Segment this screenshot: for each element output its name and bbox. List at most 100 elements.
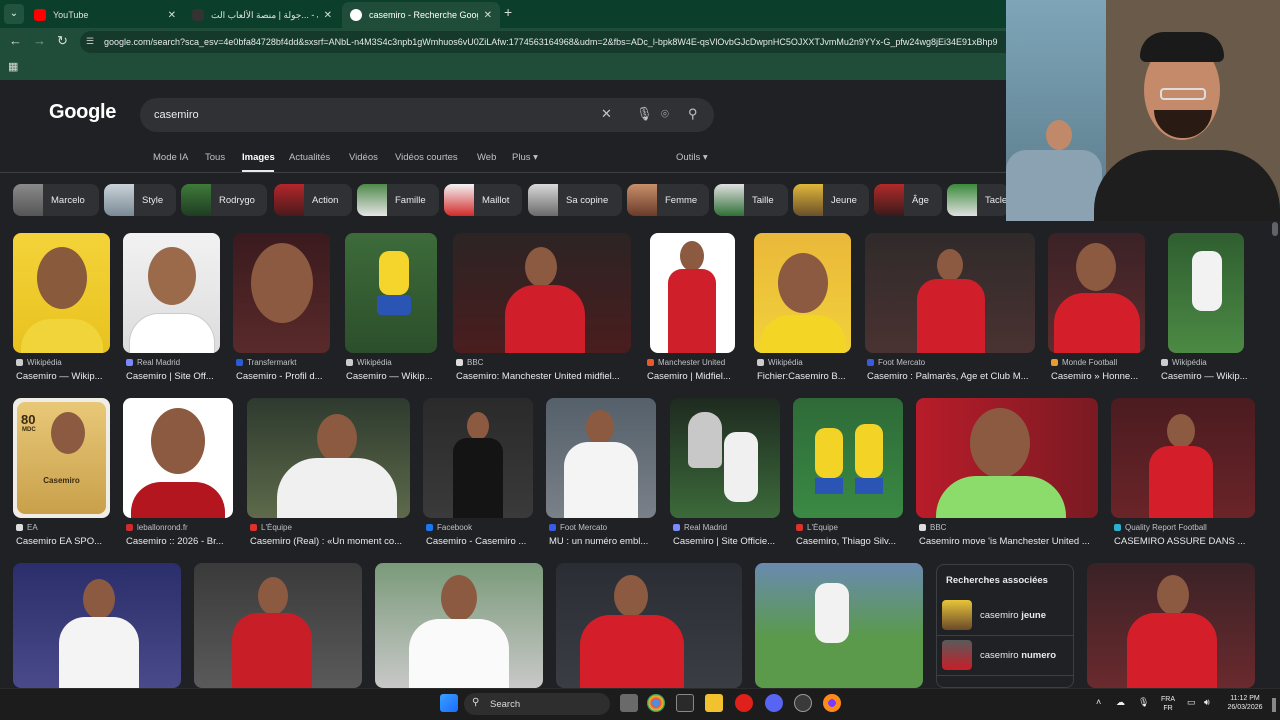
address-bar[interactable]: google.com/search?sca_esv=4e0bfa84728bf4… — [80, 31, 1020, 53]
clock[interactable]: 11:12 PM 26/03/2026 — [1222, 694, 1268, 712]
tab-jawlah[interactable]: جولة | منصة الألعاب الت... - Jawlah ✕ — [184, 2, 340, 28]
image-result[interactable] — [1168, 233, 1244, 353]
image-result[interactable] — [1048, 233, 1145, 353]
image-caption[interactable]: Casemiro EA SPO... — [16, 536, 110, 547]
microphone-icon[interactable]: 🎙︎ — [636, 106, 653, 122]
start-icon[interactable] — [440, 694, 458, 712]
chrome-icon[interactable] — [647, 694, 665, 712]
image-caption[interactable]: Casemiro move 'is Manchester United ... — [919, 536, 1099, 547]
image-result[interactable] — [754, 233, 851, 353]
chevron-up-icon[interactable]: ˄ — [1096, 698, 1101, 707]
image-caption[interactable]: Casemiro | Site Off... — [126, 371, 220, 382]
taskbar-search[interactable]: Search — [464, 693, 610, 715]
nav-actualites[interactable]: Actualités — [289, 152, 330, 163]
back-button[interactable]: ← — [9, 33, 22, 48]
apps-icon[interactable]: ▦ — [8, 60, 18, 73]
chip-marcelo[interactable]: Marcelo — [13, 184, 99, 216]
network-icon[interactable]: ☁ — [1116, 698, 1125, 707]
steam-icon[interactable] — [794, 694, 812, 712]
image-result[interactable] — [194, 563, 362, 688]
display-icon[interactable]: ▭ — [1187, 698, 1196, 707]
google-logo[interactable]: Google — [49, 101, 116, 124]
nav-videos[interactable]: Vidéos — [349, 152, 378, 163]
reload-button[interactable]: ↻ — [57, 33, 68, 49]
camera-search-icon[interactable]: ⌾ — [661, 106, 669, 122]
image-result[interactable] — [345, 233, 437, 353]
image-result[interactable] — [375, 563, 543, 688]
image-caption[interactable]: Casemiro - Casemiro ... — [426, 536, 532, 547]
image-result[interactable] — [123, 233, 220, 353]
chip-tacle[interactable]: Tacle — [947, 184, 1009, 216]
image-caption[interactable]: Casemiro :: 2026 - Br... — [126, 536, 234, 547]
tab-search-button[interactable]: ⌄ — [4, 4, 24, 24]
image-caption[interactable]: Casemiro » Honne... — [1051, 371, 1145, 382]
image-caption[interactable]: Casemiro | Site Officie... — [673, 536, 779, 547]
chip-rodrygo[interactable]: Rodrygo — [181, 184, 267, 216]
image-result[interactable] — [865, 233, 1035, 353]
image-result[interactable] — [13, 233, 110, 353]
image-caption[interactable]: Casemiro — Wikip... — [346, 371, 438, 382]
nav-web[interactable]: Web — [477, 152, 496, 163]
close-tab-icon[interactable]: ✕ — [168, 10, 176, 21]
image-result[interactable] — [247, 398, 410, 518]
image-result[interactable] — [423, 398, 533, 518]
image-result[interactable] — [546, 398, 656, 518]
nav-plus[interactable]: Plus ▾ — [512, 152, 538, 163]
tab-google-search[interactable]: casemiro - Recherche Google ✕ — [342, 2, 500, 28]
opera-icon[interactable] — [735, 694, 753, 712]
related-item-numero[interactable]: casemiro numero — [980, 650, 1056, 661]
volume-icon[interactable]: 🔊︎ — [1204, 698, 1210, 707]
app-icon[interactable] — [676, 694, 694, 712]
chip-jeune[interactable]: Jeune — [793, 184, 869, 216]
chip-age[interactable]: Âge — [874, 184, 942, 216]
search-icon[interactable]: ⚲ — [688, 106, 698, 122]
image-caption[interactable]: CASEMIRO ASSURE DANS ... — [1114, 536, 1254, 547]
chip-action[interactable]: Action — [274, 184, 352, 216]
image-caption[interactable]: MU : un numéro embl... — [549, 536, 655, 547]
search-input[interactable]: casemiro — [140, 98, 714, 132]
new-tab-button[interactable]: + — [504, 4, 512, 20]
page-scrollbar[interactable] — [1272, 222, 1278, 236]
image-result[interactable] — [233, 233, 330, 353]
image-result[interactable] — [453, 233, 631, 353]
tab-youtube[interactable]: YouTube ✕ — [26, 2, 184, 28]
image-result[interactable]: 80 MDC Casemiro — [13, 398, 110, 518]
image-caption[interactable]: Casemiro — Wikip... — [16, 371, 110, 382]
image-result[interactable] — [755, 563, 923, 688]
chip-sa-copine[interactable]: Sa copine — [528, 184, 622, 216]
discord-icon[interactable] — [765, 694, 783, 712]
image-result[interactable] — [13, 563, 181, 688]
image-caption[interactable]: Casemiro | Midfiel... — [647, 371, 737, 382]
clear-icon[interactable]: ✕ — [601, 106, 612, 122]
image-caption[interactable]: Casemiro — Wikip... — [1161, 371, 1253, 382]
show-desktop-button[interactable] — [1272, 698, 1276, 712]
image-caption[interactable]: Casemiro (Real) : «Un moment co... — [250, 536, 410, 547]
image-result[interactable] — [1087, 563, 1255, 688]
image-result[interactable] — [1111, 398, 1255, 518]
chip-maillot[interactable]: Maillot — [444, 184, 522, 216]
close-tab-icon[interactable]: ✕ — [484, 10, 492, 21]
microphone-icon[interactable]: 🎙︎ — [1138, 698, 1149, 707]
chip-taille[interactable]: Taille — [714, 184, 788, 216]
nav-tous[interactable]: Tous — [205, 152, 225, 163]
language-indicator[interactable]: FRA FR — [1158, 695, 1178, 713]
chip-famille[interactable]: Famille — [357, 184, 439, 216]
firefox-icon[interactable] — [823, 694, 841, 712]
tools-button[interactable]: Outils ▾ — [676, 152, 708, 163]
image-result[interactable] — [650, 233, 735, 353]
image-result[interactable] — [793, 398, 903, 518]
chip-style[interactable]: Style — [104, 184, 176, 216]
image-caption[interactable]: Casemiro : Palmarès, Age et Club M... — [867, 371, 1035, 382]
image-result[interactable] — [556, 563, 742, 688]
site-info-icon[interactable]: ☰ — [86, 36, 94, 47]
nav-images[interactable]: Images — [242, 152, 275, 163]
nav-videos-courtes[interactable]: Vidéos courtes — [395, 152, 458, 163]
image-caption[interactable]: Casemiro: Manchester United midfiel... — [456, 371, 628, 382]
image-caption[interactable]: Casemiro - Profil d... — [236, 371, 330, 382]
image-result[interactable] — [670, 398, 780, 518]
task-view-icon[interactable] — [620, 694, 638, 712]
image-caption[interactable]: Fichier:Casemiro B... — [757, 371, 851, 382]
file-explorer-icon[interactable] — [705, 694, 723, 712]
image-caption[interactable]: Casemiro, Thiago Silv... — [796, 536, 902, 547]
related-item-jeune[interactable]: casemiro jeune — [980, 610, 1046, 621]
